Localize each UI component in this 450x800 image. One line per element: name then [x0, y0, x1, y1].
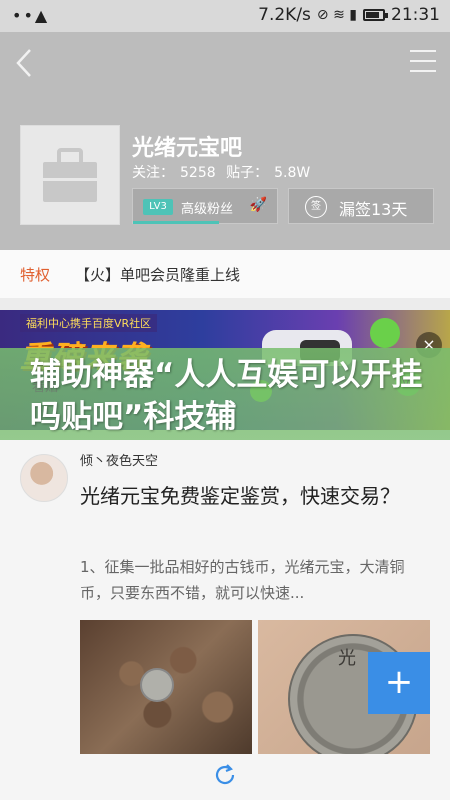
level-badge: LV3 [143, 199, 173, 215]
level-progress-bar [133, 221, 220, 224]
sign-icon: 签 [305, 196, 327, 218]
notification-icons: ••▲ [12, 6, 50, 25]
posts-label: 贴子： [226, 165, 269, 181]
followers-label: 关注： [132, 165, 174, 181]
overlay-title: 辅助神器“人人互娱可以开挂吗贴吧”科技辅 [30, 357, 423, 435]
privilege-row[interactable]: 特权 【火】单吧会员隆重上线 [0, 250, 450, 298]
post-author[interactable]: 倾丶夜色天空 [80, 450, 158, 469]
network-speed: 7.2K/s [258, 5, 311, 25]
sign-in-button[interactable]: 签 漏签13天 [288, 188, 434, 224]
clock: 21:31 [391, 5, 440, 25]
forum-avatar[interactable] [20, 125, 120, 225]
post-excerpt: 1、征集一批品相好的古钱币，光绪元宝，大清铜币，只要东西不错，就可以快速... [80, 558, 405, 602]
briefcase-icon [43, 148, 97, 202]
followers-count: 5258 [180, 165, 216, 181]
post-title[interactable]: 光绪元宝免费鉴定鉴赏，快速交易？ [80, 480, 425, 512]
post-card[interactable]: 倾丶夜色天空 光绪元宝免费鉴定鉴赏，快速交易？ 1、征集一批品相好的古钱币，光绪… [0, 440, 450, 800]
refresh-icon[interactable] [212, 762, 238, 788]
forum-stats: 关注： 5258 贴子： 5.8W [132, 162, 316, 182]
decor-ball [370, 318, 400, 348]
forum-title: 光绪元宝吧 [132, 136, 243, 161]
back-button[interactable] [10, 46, 40, 80]
menu-button[interactable] [410, 50, 436, 72]
level-button[interactable]: LV3 高级粉丝 🚀 [132, 188, 278, 224]
status-right: 7.2K/s ⊘ ≋ ▮ 21:31 [258, 5, 440, 25]
rocket-icon: 🚀 [249, 197, 267, 213]
privilege-text: 【火】单吧会员隆重上线 [75, 266, 241, 284]
hamburger-menu-icon [410, 50, 436, 52]
forum-header: 光绪元宝吧 关注： 5258 贴子： 5.8W LV3 高级粉丝 🚀 签 漏签13天 [0, 32, 450, 250]
battery-icon [363, 9, 388, 21]
privilege-tag: 特权 [20, 266, 51, 284]
new-post-button[interactable]: + [368, 652, 430, 714]
author-avatar[interactable] [20, 454, 68, 502]
signal-icon: ⊘ ≋ ▮ [316, 7, 357, 23]
coin-character: 光 [338, 648, 356, 669]
chevron-left-icon [16, 49, 31, 77]
status-bar: ••▲ 7.2K/s ⊘ ≋ ▮ 21:31 [0, 0, 450, 32]
posts-count: 5.8W [274, 165, 311, 181]
level-name: 高级粉丝 [181, 202, 234, 217]
sign-label: 漏签13天 [339, 200, 408, 219]
banner-top-text: 福利中心携手百度VR社区 [20, 314, 158, 332]
post-image-coins-pile[interactable] [80, 620, 252, 754]
